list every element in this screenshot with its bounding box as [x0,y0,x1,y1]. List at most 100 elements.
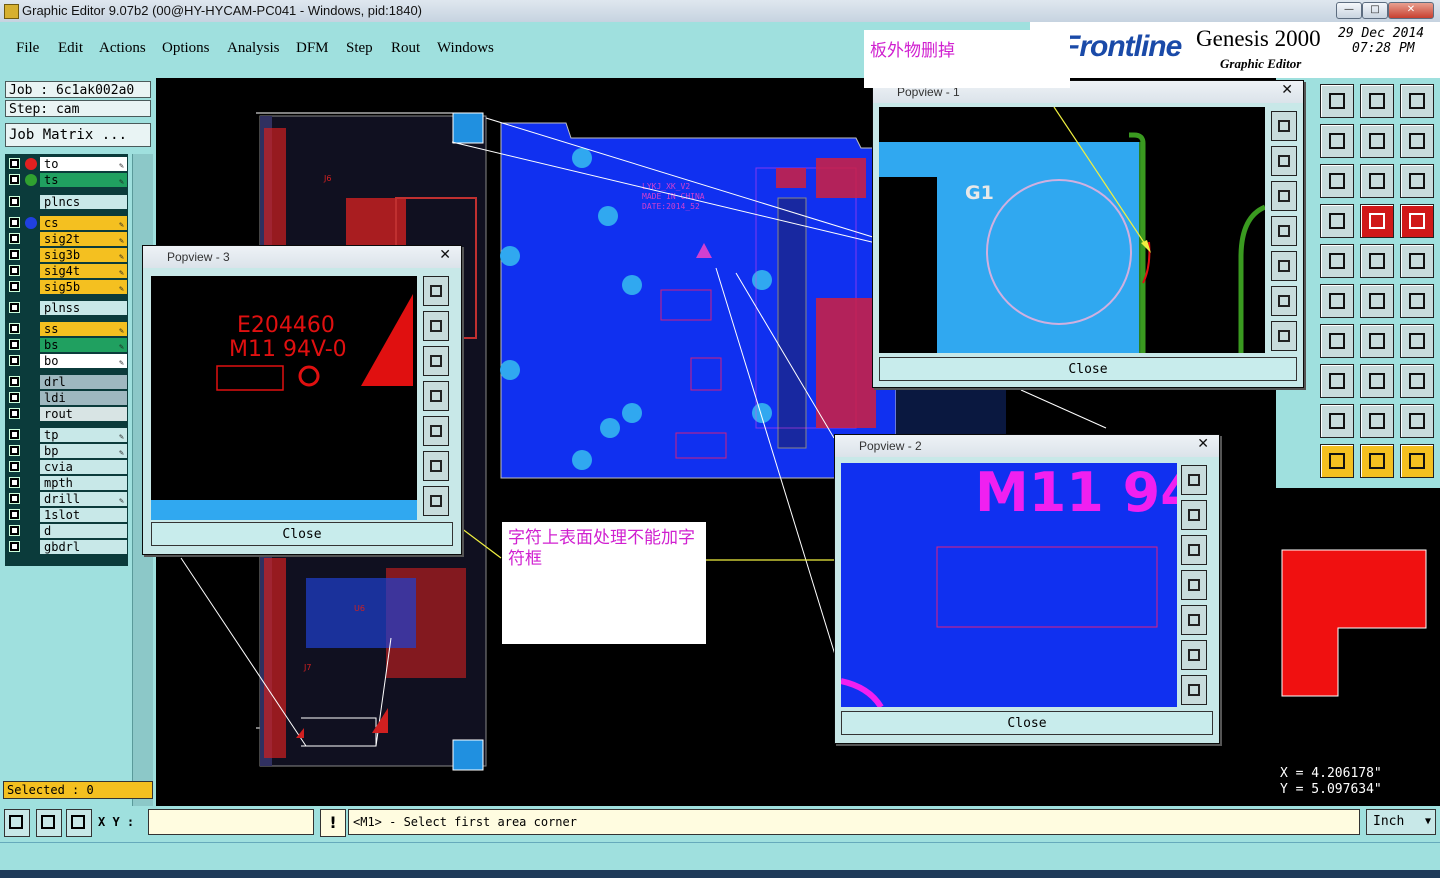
layer-row-bp[interactable]: bp ✎ [7,444,127,458]
toolbar-button-home-icon[interactable] [1360,84,1394,118]
layer-name[interactable]: cs ✎ [40,216,127,230]
pan-left-icon[interactable] [423,381,449,411]
layer-checkbox[interactable] [9,323,20,334]
layer-row-sig2t[interactable]: sig2t ✎ [7,232,127,246]
toolbar-button-arrows-icon[interactable] [1360,364,1394,398]
toolbar-button-swap-icon[interactable] [1360,124,1394,158]
zoom-in-icon[interactable] [1271,111,1297,141]
toolbar-button-triangle-icon[interactable] [1320,404,1354,438]
expand-icon[interactable] [423,486,449,516]
layer-row-bs[interactable]: bs ✎ [7,338,127,352]
menu-file[interactable]: File [16,40,39,57]
layer-row-sig5b[interactable]: sig5b ✎ [7,280,127,294]
toolbar-button-pattern-icon[interactable] [1320,244,1354,278]
units-select[interactable]: Inch ▼ [1366,809,1436,835]
layer-row-plnss[interactable]: plnss [7,301,127,315]
layer-row-cvia[interactable]: cvia [7,460,127,474]
layer-row-ss[interactable]: ss ✎ [7,322,127,336]
popview-1-close-icon[interactable]: ✕ [1281,82,1293,98]
toolbar-button-grid-icon[interactable] [1320,204,1354,238]
layer-checkbox[interactable] [9,376,20,387]
menu-windows[interactable]: Windows [437,40,494,57]
toolbar-button-shapes-icon[interactable] [1400,364,1434,398]
pan-up-icon[interactable] [1271,146,1297,176]
layer-row-sig4t[interactable]: sig4t ✎ [7,264,127,278]
toolbar-button-snake-icon[interactable] [1400,124,1434,158]
layer-checkbox[interactable] [9,339,20,350]
layer-checkbox[interactable] [9,249,20,260]
layer-row-to[interactable]: to ✎ [7,157,127,171]
toolbar-button-save-icon[interactable] [1320,84,1354,118]
layer-name[interactable]: mpth [40,476,127,490]
layer-checkbox[interactable] [9,461,20,472]
alert-button[interactable]: ! [320,809,346,837]
layer-name[interactable]: ss ✎ [40,322,127,336]
layer-checkbox[interactable] [9,265,20,276]
toolbar-button-cross-icon[interactable] [1320,284,1354,318]
toolbar-button-ruler-icon[interactable] [1360,244,1394,278]
menu-analysis[interactable]: Analysis [227,40,280,57]
layer-row-1slot[interactable]: 1slot [7,508,127,522]
layer-name[interactable]: to ✎ [40,157,127,171]
close-window-button[interactable]: ✕ [1388,2,1434,19]
pan-right-icon[interactable] [1181,605,1207,635]
toolbar-button-triangle-icon[interactable] [1400,404,1434,438]
layer-row-drill[interactable]: drill ✎ [7,492,127,506]
layer-checkbox[interactable] [9,445,20,456]
layer-row-ldi[interactable]: ldi [7,391,127,405]
layer-row-tp[interactable]: tp ✎ [7,428,127,442]
toolbar-button-layer-red-icon[interactable] [1400,204,1434,238]
popview-2-view[interactable]: M11 94 [841,463,1177,707]
popview-2-close-icon[interactable]: ✕ [1197,436,1209,452]
overview-map[interactable] [1276,488,1440,764]
toolbar-button-mirror-icon[interactable] [1400,324,1434,358]
pan-down-icon[interactable] [423,346,449,376]
expand-icon[interactable] [1181,675,1207,705]
layer-name[interactable]: rout [40,407,127,421]
menu-edit[interactable]: Edit [58,40,83,57]
pan-left-icon[interactable] [1271,216,1297,246]
layer-row-plncs[interactable]: plncs [7,195,127,209]
popview-1-close-button[interactable]: Close [879,357,1297,381]
layer-checkbox[interactable] [9,158,20,169]
pan-up-icon[interactable] [423,311,449,341]
layer-row-mpth[interactable]: mpth [7,476,127,490]
layer-name[interactable]: plnss [40,301,127,315]
pan-down-icon[interactable] [1181,535,1207,565]
popview-1-view[interactable]: G1 [879,106,1267,353]
toolbar-button-pointer-icon[interactable] [1360,444,1394,478]
layer-checkbox[interactable] [9,392,20,403]
toolbar-button-layer-red-icon[interactable] [1360,204,1394,238]
job-matrix-button[interactable]: Job Matrix ... [5,123,151,147]
layer-name[interactable]: plncs [40,195,127,209]
layer-checkbox[interactable] [9,302,20,313]
layer-name[interactable]: tp ✎ [40,428,127,442]
layer-name[interactable]: bo ✎ [40,354,127,368]
layer-checkbox[interactable] [9,233,20,244]
layer-row-rout[interactable]: rout [7,407,127,421]
toolbar-button-scale-icon[interactable] [1360,164,1394,198]
popview-2-close-button[interactable]: Close [841,711,1213,735]
pan-right-icon[interactable] [423,416,449,446]
popview-3-close-button[interactable]: Close [151,522,453,546]
layer-row-cs[interactable]: cs ✎ [7,216,127,230]
toolbar-button-bar-icon[interactable] [1320,364,1354,398]
menu-step[interactable]: Step [346,40,373,57]
maximize-button[interactable]: □ [1362,2,1388,19]
layer-checkbox[interactable] [9,196,20,207]
layer-name[interactable]: cvia [40,460,127,474]
zoom-in-icon[interactable] [423,276,449,306]
toolbar-button-dot-icon[interactable] [1400,244,1434,278]
menu-rout[interactable]: Rout [391,40,420,57]
popview-3-view[interactable]: E204460 M11 94V-0 [151,276,417,520]
layer-name[interactable]: gbdrl [40,540,127,554]
layer-checkbox[interactable] [9,408,20,419]
toolbar-button-help-icon[interactable] [1400,164,1434,198]
layer-row-bo[interactable]: bo ✎ [7,354,127,368]
minimize-button[interactable]: — [1336,2,1362,19]
layer-row-d[interactable]: d [7,524,127,538]
layer-checkbox[interactable] [9,217,20,228]
grid-button[interactable] [66,809,92,837]
xy-input[interactable] [148,809,314,835]
layer-checkbox[interactable] [9,477,20,488]
